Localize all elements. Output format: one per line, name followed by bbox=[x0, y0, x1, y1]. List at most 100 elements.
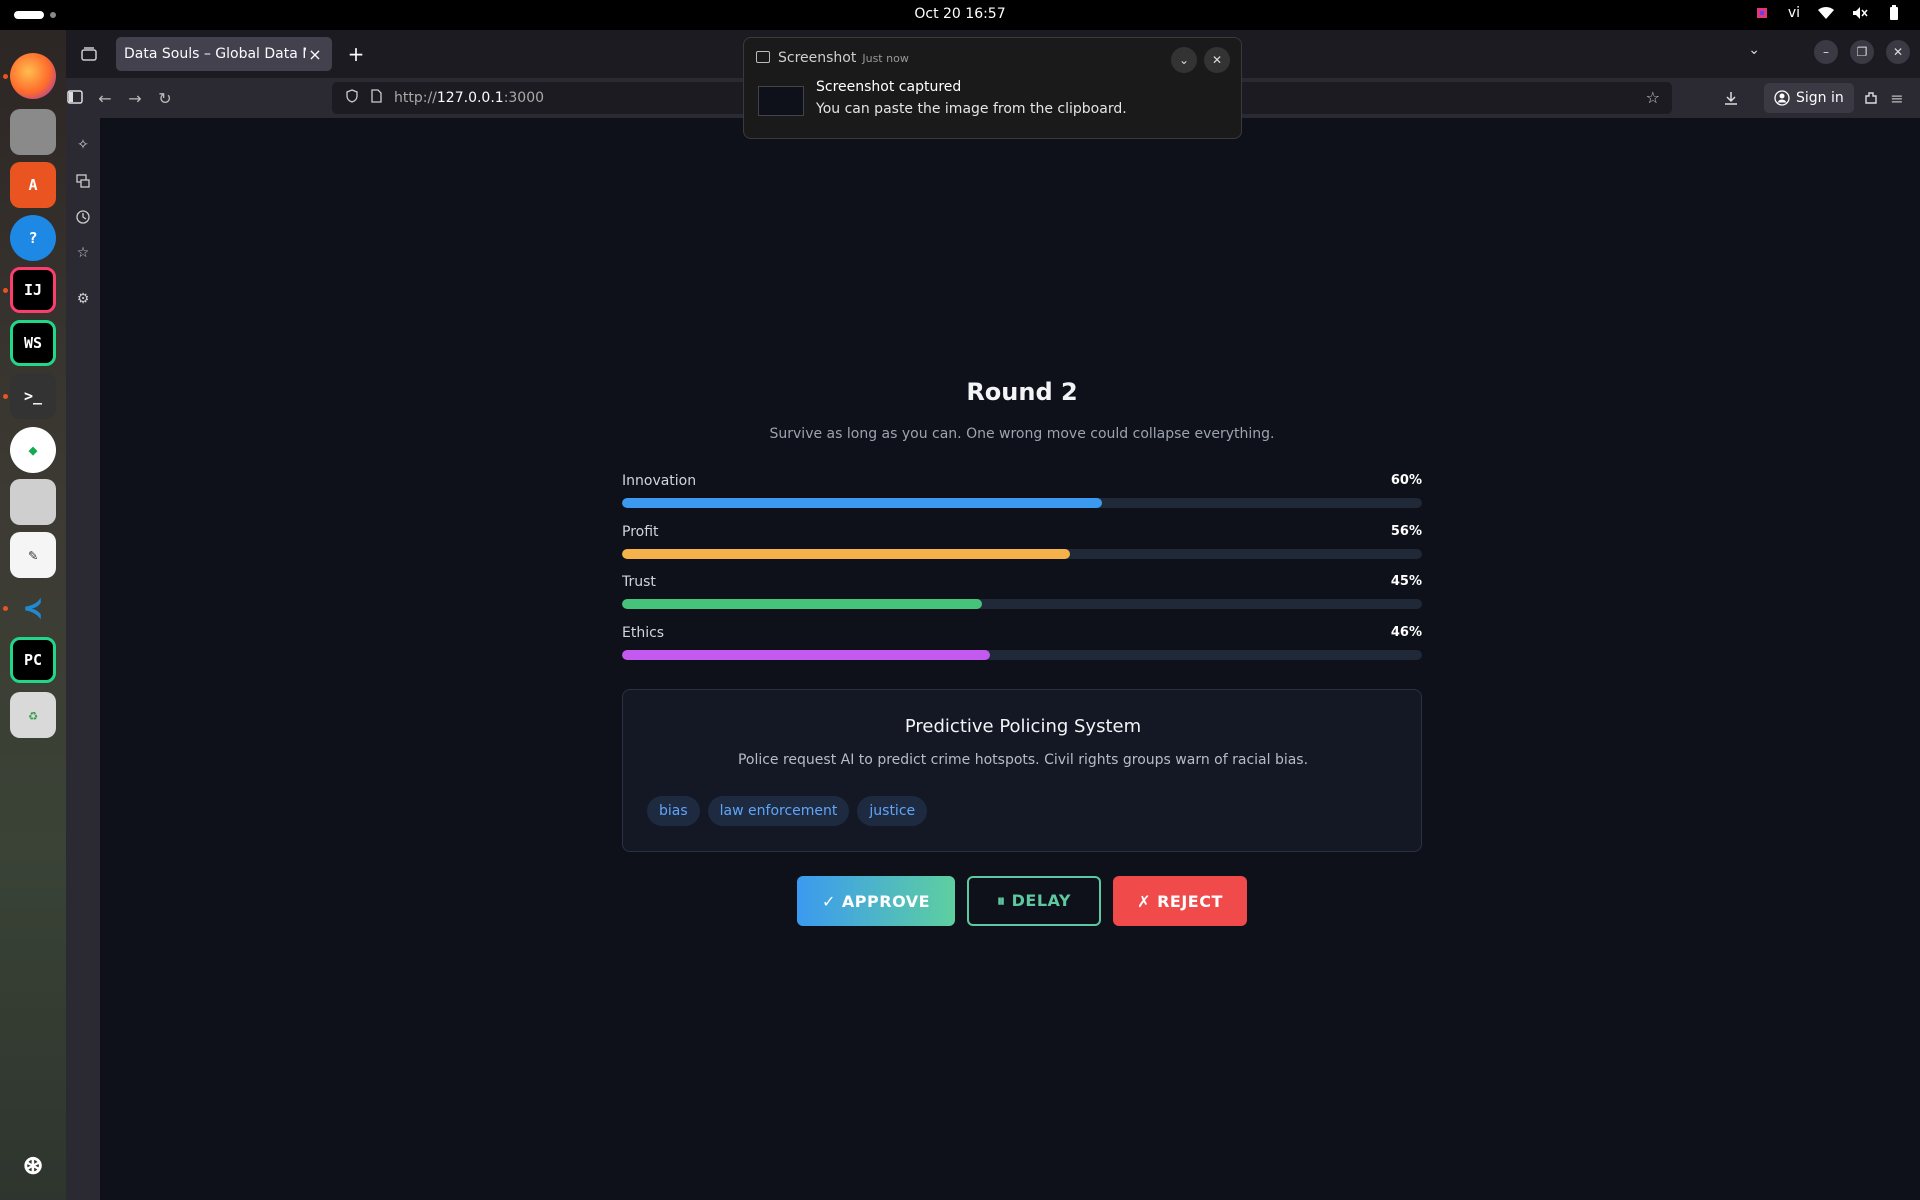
forward-icon[interactable]: → bbox=[124, 87, 146, 109]
bookmarks-icon[interactable]: ☆ bbox=[72, 242, 94, 264]
dock-app-center-icon[interactable]: A bbox=[10, 162, 56, 208]
extensions-icon[interactable] bbox=[1860, 87, 1882, 109]
list-all-tabs-icon[interactable]: ⌄ bbox=[1748, 42, 1760, 58]
battery-icon[interactable] bbox=[1886, 5, 1902, 21]
dock-remote-desktop-icon[interactable] bbox=[10, 479, 56, 525]
browser-sidebar: ✧ ☆ ⚙ bbox=[66, 118, 100, 1200]
tab-close-icon[interactable]: × bbox=[306, 45, 324, 64]
app-indicator-icon[interactable] bbox=[1754, 5, 1770, 21]
url-host: 127.0.0.1 bbox=[436, 90, 504, 106]
minimize-icon[interactable]: – bbox=[1814, 40, 1838, 64]
dilemma-title: Predictive Policing System bbox=[904, 716, 1142, 737]
tag-justice: justice bbox=[857, 796, 928, 826]
sign-in-button[interactable]: Sign in bbox=[1764, 83, 1854, 113]
history-icon[interactable] bbox=[72, 206, 94, 228]
meter-fill bbox=[622, 650, 990, 660]
dilemma-description: Police request AI to predict crime hotsp… bbox=[737, 752, 1309, 768]
meter-ethics: Ethics 46% bbox=[622, 625, 1422, 665]
dock-intellij-icon[interactable]: IJ bbox=[10, 267, 56, 313]
url-suffix: :3000 bbox=[503, 90, 545, 106]
back-icon[interactable]: ← bbox=[94, 87, 116, 109]
sign-in-label: Sign in bbox=[1796, 90, 1844, 106]
system-tray[interactable]: vi bbox=[1754, 5, 1902, 21]
running-indicator bbox=[3, 394, 8, 399]
tag-bias: bias bbox=[647, 796, 700, 826]
meter-value: 46% bbox=[1390, 625, 1422, 640]
reject-button[interactable]: ✗ REJECT bbox=[1113, 876, 1247, 926]
dock-trash-icon[interactable]: ♻ bbox=[10, 692, 56, 738]
downloads-icon[interactable] bbox=[1720, 87, 1742, 109]
restore-icon[interactable]: ❐ bbox=[1850, 40, 1874, 64]
screenshot-thumbnail bbox=[758, 86, 804, 116]
running-indicator bbox=[3, 606, 8, 611]
meter-innovation: Innovation 60% bbox=[622, 473, 1422, 513]
meter-label: Ethics bbox=[622, 625, 665, 641]
dock-help-icon[interactable]: ? bbox=[10, 215, 56, 261]
dock-mongodb-compass-icon[interactable]: ◆ bbox=[10, 427, 56, 473]
approve-button[interactable]: ✓ APPROVE bbox=[797, 876, 955, 926]
meter-label: Profit bbox=[622, 524, 659, 540]
screenshot-notification[interactable]: Screenshot Just now ⌄ ✕ Screenshot captur… bbox=[743, 37, 1242, 139]
dock: A? IJ WS >_ ◆ ✎ ≺ PC ♻ ⊛ bbox=[0, 30, 66, 1200]
volume-muted-icon[interactable] bbox=[1852, 5, 1868, 21]
dilemma-card: Predictive Policing System Police reques… bbox=[622, 689, 1422, 852]
notification-time: Just now bbox=[862, 52, 909, 65]
shield-icon[interactable] bbox=[346, 89, 358, 107]
meter-profit: Profit 56% bbox=[622, 524, 1422, 564]
meter-label: Trust bbox=[622, 574, 656, 590]
new-tab-icon[interactable]: + bbox=[344, 42, 368, 66]
round-subtitle: Survive as long as you can. One wrong mo… bbox=[769, 426, 1275, 442]
close-window-icon[interactable]: ✕ bbox=[1886, 40, 1910, 64]
meter-value: 45% bbox=[1390, 574, 1422, 589]
meter-track bbox=[622, 650, 1422, 660]
close-notification-icon[interactable]: ✕ bbox=[1204, 47, 1230, 73]
expand-notification-icon[interactable]: ⌄ bbox=[1171, 47, 1197, 73]
meter-fill bbox=[622, 599, 982, 609]
meter-track bbox=[622, 498, 1422, 508]
meter-label: Innovation bbox=[622, 473, 697, 489]
dilemma-tags: bias law enforcement justice bbox=[647, 796, 928, 826]
tab-data-souls[interactable]: Data Souls – Global Data Mar × bbox=[116, 37, 332, 71]
screenshot-app-icon bbox=[756, 51, 770, 63]
ai-chatbot-icon[interactable]: ✧ bbox=[72, 134, 94, 156]
meter-trust: Trust 45% bbox=[622, 574, 1422, 614]
dock-pycharm-icon[interactable]: PC bbox=[10, 637, 56, 683]
tag-law-enforcement: law enforcement bbox=[707, 796, 850, 826]
notification-body: You can paste the image from the clipboa… bbox=[816, 101, 1127, 117]
decision-actions: ✓ APPROVE ⏸ DELAY ✗ REJECT bbox=[622, 876, 1422, 926]
running-indicator bbox=[3, 74, 8, 79]
delay-button[interactable]: ⏸ DELAY bbox=[967, 876, 1101, 926]
menu-icon[interactable]: ≡ bbox=[1886, 87, 1908, 109]
meter-fill bbox=[622, 498, 1102, 508]
tab-title: Data Souls – Global Data Mar bbox=[124, 46, 306, 62]
notification-app-name: Screenshot bbox=[778, 50, 857, 66]
show-apps-icon[interactable]: ⊛ bbox=[10, 1142, 56, 1188]
dock-files-icon[interactable] bbox=[10, 109, 56, 155]
input-method-indicator[interactable]: vi bbox=[1788, 5, 1800, 21]
dock-terminal-icon[interactable]: >_ bbox=[10, 373, 56, 419]
firefox-view-icon[interactable] bbox=[78, 43, 100, 65]
running-indicator bbox=[3, 288, 8, 293]
system-top-bar: Oct 20 16:57 vi bbox=[0, 0, 1920, 30]
notification-title: Screenshot captured bbox=[816, 79, 962, 95]
round-title: Round 2 bbox=[966, 378, 1078, 406]
meter-value: 56% bbox=[1390, 524, 1422, 539]
dock-firefox-icon[interactable] bbox=[10, 53, 56, 99]
bookmark-star-icon[interactable]: ☆ bbox=[1646, 88, 1660, 107]
page-info-icon[interactable] bbox=[370, 89, 382, 107]
dock-webstorm-icon[interactable]: WS bbox=[10, 320, 56, 366]
window-controls: – ❐ ✕ bbox=[1814, 40, 1910, 64]
meter-value: 60% bbox=[1390, 473, 1422, 488]
sidebar-toggle-icon[interactable] bbox=[64, 86, 86, 108]
wifi-icon[interactable] bbox=[1818, 5, 1834, 21]
synced-tabs-icon[interactable] bbox=[72, 170, 94, 192]
dock-text-editor-icon[interactable]: ✎ bbox=[10, 532, 56, 578]
dock-vscode-icon[interactable]: ≺ bbox=[10, 585, 56, 631]
account-icon bbox=[1774, 90, 1790, 106]
sidebar-settings-icon[interactable]: ⚙ bbox=[72, 288, 94, 310]
meter-track bbox=[622, 599, 1422, 609]
reload-icon[interactable]: ↻ bbox=[154, 87, 176, 109]
url-prefix: http:// bbox=[394, 90, 437, 106]
notification-header: Screenshot Just now bbox=[778, 50, 909, 66]
clock[interactable]: Oct 20 16:57 bbox=[0, 6, 1920, 22]
